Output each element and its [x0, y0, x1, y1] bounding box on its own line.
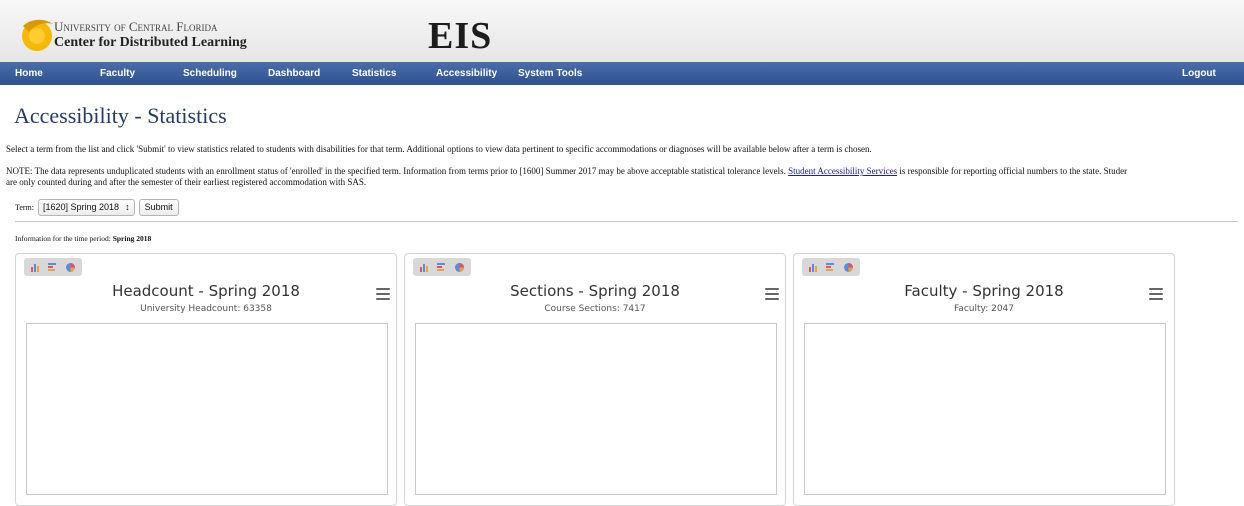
- chart-menu-icon[interactable]: [376, 288, 390, 300]
- chart-subtitle: University Headcount: 63358: [140, 304, 272, 314]
- term-select[interactable]: [1620] Spring 2018 ↕: [38, 199, 135, 216]
- bar-chart-icon[interactable]: General: 558 (27.26%)SWD: 1489 (72.74%): [808, 262, 819, 273]
- horizontal-bar-icon[interactable]: [47, 262, 58, 273]
- horizontal-bar-icon[interactable]: [436, 262, 447, 273]
- pie-plot-area: [415, 323, 777, 495]
- select-arrows-icon: ↕: [125, 202, 130, 212]
- term-form: Term: [1620] Spring 2018 ↕ Submit: [15, 199, 179, 216]
- chart-menu-icon[interactable]: [1149, 288, 1163, 300]
- pie-svg: [805, 324, 1165, 494]
- nav-faculty[interactable]: Faculty: [100, 62, 135, 85]
- logo-university: University of Central Florida: [54, 19, 218, 34]
- nav-system-tools[interactable]: System Tools: [518, 62, 582, 85]
- submit-button[interactable]: Submit: [138, 199, 179, 216]
- bar-chart-icon[interactable]: General: 61320 (96.78%)SWD: 2038 (3.22%): [30, 262, 41, 273]
- chart-type-toolbar: General: 61320 (96.78%)SWD: 2038 (3.22%): [24, 258, 82, 276]
- sas-link[interactable]: Student Accessibility Services: [788, 166, 897, 176]
- divider: [15, 221, 1238, 222]
- term-select-value: [1620] Spring 2018: [43, 202, 120, 212]
- note-part1: NOTE: The data represents unduplicated s…: [6, 166, 789, 176]
- chart-title: Sections - Spring 2018: [510, 282, 680, 300]
- main-nav: Home Faculty Scheduling Dashboard Statis…: [0, 62, 1244, 85]
- app-header: University of Central Florida Center for…: [0, 0, 1244, 62]
- ucf-pegasus-logo: [22, 19, 53, 51]
- pie-svg: [416, 324, 776, 494]
- page-title: Accessibility - Statistics: [14, 103, 227, 128]
- faculty-chart-panel: General: 558 (27.26%)SWD: 1489 (72.74%) …: [793, 253, 1175, 506]
- pie-chart-icon[interactable]: [843, 262, 854, 273]
- pie-plot-area: [26, 323, 388, 495]
- nav-scheduling[interactable]: Scheduling: [183, 62, 237, 85]
- pie-chart-icon[interactable]: [454, 262, 465, 273]
- chart-subtitle: Course Sections: 7417: [544, 304, 646, 314]
- note-part2: is responsible for reporting official nu…: [897, 166, 1128, 176]
- headcount-chart-panel: General: 61320 (96.78%)SWD: 2038 (3.22%)…: [15, 253, 397, 506]
- chart-type-toolbar: General: 4309 (58.10%)SWD: 3108 (41.90%): [413, 258, 471, 276]
- chart-title: Faculty - Spring 2018: [904, 282, 1064, 300]
- nav-home[interactable]: Home: [15, 62, 43, 85]
- nav-statistics[interactable]: Statistics: [352, 62, 396, 85]
- chart-menu-icon[interactable]: [765, 288, 779, 300]
- nav-logout[interactable]: Logout: [1182, 62, 1216, 85]
- logo-center: Center for Distributed Learning: [54, 35, 247, 50]
- pie-chart-icon[interactable]: [65, 262, 76, 273]
- info-period: Spring 2018: [112, 234, 152, 243]
- pie-plot-area: [804, 323, 1166, 495]
- chart-type-toolbar: General: 558 (27.26%)SWD: 1489 (72.74%): [802, 258, 860, 276]
- sections-chart-panel: General: 4309 (58.10%)SWD: 3108 (41.90%)…: [404, 253, 786, 506]
- term-label: Term:: [15, 203, 34, 212]
- note-line2: are only counted during and after the se…: [6, 177, 367, 187]
- nav-dashboard[interactable]: Dashboard: [268, 62, 320, 85]
- time-period-info: Information for the time period: Spring …: [15, 234, 151, 243]
- nav-accessibility[interactable]: Accessibility: [436, 62, 497, 85]
- intro-text: Select a term from the list and click 'S…: [6, 144, 872, 154]
- info-prefix: Information for the time period:: [15, 234, 111, 243]
- chart-subtitle: Faculty: 2047: [953, 304, 1015, 314]
- pie-svg: [27, 324, 387, 494]
- logo-text: University of Central Florida Center for…: [54, 19, 247, 51]
- app-title: EIS: [428, 15, 493, 57]
- bar-chart-icon[interactable]: General: 4309 (58.10%)SWD: 3108 (41.90%): [419, 262, 430, 273]
- note-text: NOTE: The data represents unduplicated s…: [6, 166, 1244, 188]
- chart-title: Headcount - Spring 2018: [112, 282, 300, 300]
- horizontal-bar-icon[interactable]: [825, 262, 836, 273]
